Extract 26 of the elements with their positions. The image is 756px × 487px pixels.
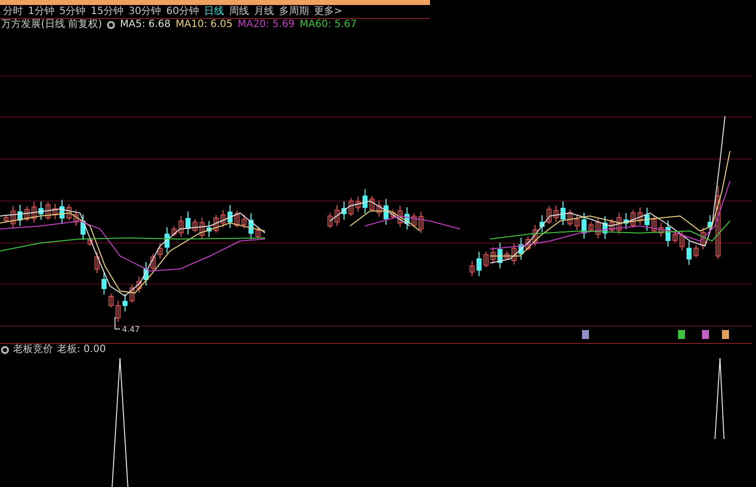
period-tab[interactable]: 60分钟 xyxy=(166,6,199,18)
moving-average-label: MA20: 5.69 xyxy=(238,19,295,31)
low-price-label: 4.47 xyxy=(122,325,140,334)
period-tab[interactable]: 15分钟 xyxy=(90,6,124,18)
indicator-value: 老板: 0.00 xyxy=(57,344,106,356)
indicator-title: 老板竞价 xyxy=(13,344,53,356)
period-tab[interactable]: 月线 xyxy=(254,6,274,18)
event-marker-icon[interactable] xyxy=(582,330,589,339)
period-tab[interactable]: 日线 xyxy=(204,6,224,18)
period-tab[interactable]: 30分钟 xyxy=(128,6,162,18)
settings-icon[interactable] xyxy=(1,346,9,354)
event-marker-icon[interactable] xyxy=(702,330,709,339)
period-tab[interactable]: 5分钟 xyxy=(59,6,86,18)
period-tab[interactable]: 更多> xyxy=(314,6,342,18)
moving-average-label: MA5: 6.68 xyxy=(120,19,171,31)
event-marker-icon[interactable] xyxy=(722,330,729,339)
period-tab[interactable]: 周线 xyxy=(228,6,249,18)
period-tab[interactable]: 分时 xyxy=(3,6,23,18)
period-tab[interactable]: 1分钟 xyxy=(28,6,54,18)
moving-average-label: MA60: 5.67 xyxy=(300,19,357,31)
settings-icon[interactable] xyxy=(106,21,115,29)
moving-average-label: MA10: 6.05 xyxy=(176,19,233,31)
chart-title: 万方发展(日线 前复权) xyxy=(1,19,102,31)
period-tab[interactable]: 多周期 xyxy=(278,6,309,18)
low-price-marker xyxy=(114,316,120,330)
event-marker-icon[interactable] xyxy=(678,330,685,339)
